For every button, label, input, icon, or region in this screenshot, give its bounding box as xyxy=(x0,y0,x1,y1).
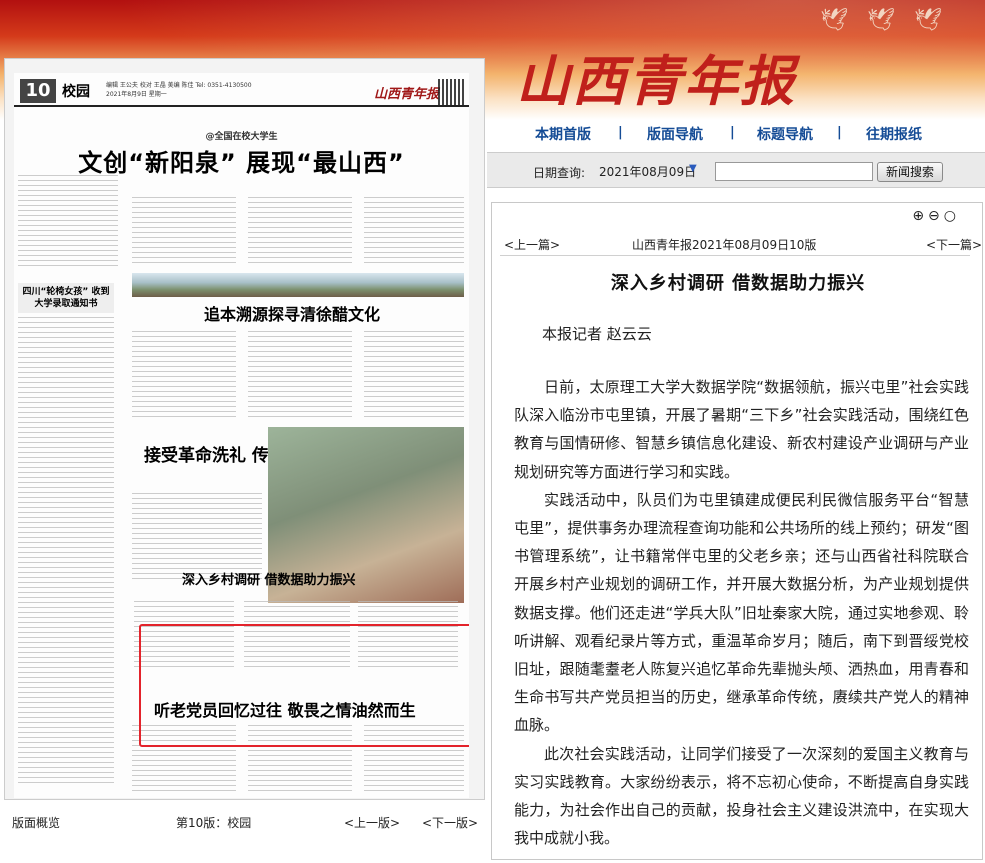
next-page-link[interactable]: <下一版> xyxy=(422,814,478,831)
page-header: 10 校园 编辑 王公夫 校对 王晶 美编 陈佳 Tel: 0351-41305… xyxy=(14,77,469,107)
date-query-label: 日期查询: xyxy=(533,166,586,180)
page-logo: 山西青年报 xyxy=(374,87,440,102)
text-block[interactable] xyxy=(364,197,464,267)
zoom-in-icon[interactable]: ⊕ xyxy=(912,208,928,224)
page-number: 10 xyxy=(20,79,56,103)
text-block[interactable] xyxy=(132,197,236,267)
nav-separator: | xyxy=(837,125,842,140)
nav-page-guide[interactable]: 版面导航 xyxy=(647,124,703,144)
side-box-title[interactable]: 四川“轮椅女孩” 收到大学录取通知书 xyxy=(18,283,114,313)
news-search-button[interactable]: 新闻搜索 xyxy=(877,162,943,182)
date-select[interactable]: 2021年08月09日 xyxy=(599,163,696,180)
article-paragraph: 此次社会实践活动，让同学们接受了一次深刻的爱国主义教育与实习实践教育。大家纷纷表… xyxy=(514,744,969,848)
page-root: 🕊 🕊 🕊 山西青年报 10 校园 编辑 王公夫 校对 王晶 美编 陈佳 Tel… xyxy=(0,0,985,863)
zoom-controls: ⊕⊖○ xyxy=(912,208,960,224)
article-title: 深入乡村调研 借数据助力振兴 xyxy=(610,273,866,294)
headline-4[interactable]: 深入乡村调研 借数据助力振兴 xyxy=(182,569,356,588)
news-search-input[interactable] xyxy=(715,162,873,181)
nav-current-front[interactable]: 本期首版 xyxy=(535,124,591,144)
page-label: 第10版：校园 xyxy=(176,816,252,830)
nav-title-guide[interactable]: 标题导航 xyxy=(757,124,813,144)
article-paragraph: 日前，太原理工大学大数据学院“数据领航，振兴屯里”社会实践队深入临汾市屯里镇，开… xyxy=(514,378,969,481)
doves-decoration-icon: 🕊 🕊 🕊 xyxy=(820,8,948,33)
text-block[interactable] xyxy=(18,317,114,787)
page-overview-link[interactable]: 版面概览 xyxy=(12,814,60,831)
nav-separator: | xyxy=(730,125,735,140)
reset-icon[interactable]: ○ xyxy=(944,208,960,224)
page-meta: 编辑 王公夫 校对 王晶 美编 陈佳 Tel: 0351-4130500 202… xyxy=(106,82,252,98)
date-search-bar: 日期查询: 2021年08月09日 ▼ 新闻搜索 xyxy=(487,152,985,188)
prev-article-link[interactable]: <上一篇> xyxy=(504,236,560,253)
article-panel: ⊕⊖○ <上一篇> 山西青年报2021年08月09日10版 <下一篇> 深入乡村… xyxy=(491,202,983,860)
text-block[interactable] xyxy=(132,331,236,421)
headline-kicker: @全国在校大学生 xyxy=(205,132,278,142)
zoom-out-icon[interactable]: ⊖ xyxy=(928,208,944,224)
headline-2[interactable]: 追本溯源探寻清徐醋文化 xyxy=(204,301,380,325)
masthead-logo: 山西青年报 xyxy=(516,49,796,113)
newspaper-page[interactable]: 10 校园 编辑 王公夫 校对 王晶 美编 陈佳 Tel: 0351-41305… xyxy=(14,73,469,798)
nav-separator: | xyxy=(618,125,623,140)
text-block[interactable] xyxy=(364,331,464,421)
prev-page-link[interactable]: <上一版> xyxy=(344,814,400,831)
article-pager: <上一篇> 山西青年报2021年08月09日10版 <下一篇> xyxy=(492,233,982,253)
page-footer: 版面概览 第10版：校园 <上一版> <下一版> xyxy=(4,806,485,836)
text-block[interactable] xyxy=(18,175,118,267)
page-section: 校园 xyxy=(62,84,90,100)
qr-code-icon xyxy=(438,79,464,105)
nav-past-issues[interactable]: 往期报纸 xyxy=(866,124,922,144)
article-paragraph: 实践活动中，队员们为屯里镇建成便民利民微信服务平台“智慧屯里”，提供事务办理流程… xyxy=(514,490,969,735)
text-block[interactable] xyxy=(248,331,352,421)
next-article-link[interactable]: <下一篇> xyxy=(926,236,982,253)
selected-article-highlight[interactable] xyxy=(139,624,469,747)
article-location: 山西青年报2021年08月09日10版 xyxy=(632,238,817,252)
article-byline: 本报记者 赵云云 xyxy=(542,325,652,343)
article-body: 日前，太原理工大学大数据学院“数据领航，振兴屯里”社会实践队深入临汾市屯里镇，开… xyxy=(514,373,969,852)
text-block[interactable] xyxy=(248,197,352,267)
divider xyxy=(500,255,970,256)
dropdown-arrow-icon[interactable]: ▼ xyxy=(689,163,697,174)
headline-main[interactable]: 文创“新阳泉” 展现“最山西” xyxy=(14,143,469,178)
banner-photo xyxy=(132,273,464,297)
top-navigation: 本期首版 | 版面导航 | 标题导航 | 往期报纸 xyxy=(487,118,985,152)
